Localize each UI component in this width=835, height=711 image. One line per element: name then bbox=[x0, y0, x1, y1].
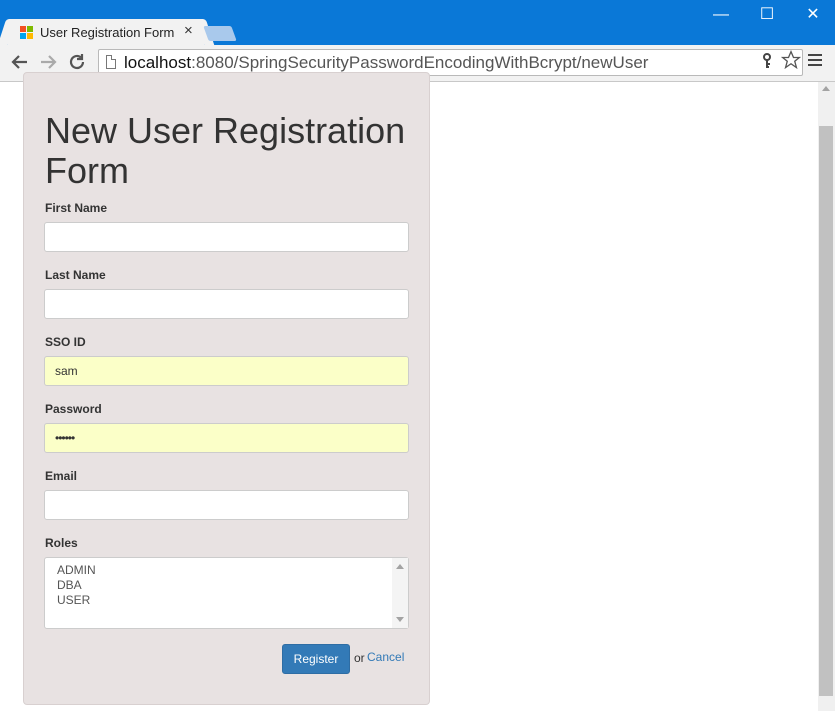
key-icon[interactable] bbox=[762, 53, 772, 72]
browser-tab[interactable]: User Registration Form × bbox=[8, 19, 204, 45]
first-name-label: First Name bbox=[45, 201, 108, 215]
sso-id-input[interactable] bbox=[44, 356, 409, 386]
or-text: or bbox=[354, 651, 365, 665]
page-title: New User Registration Form bbox=[45, 110, 406, 191]
browser-title-bar: User Registration Form × — ☐ ✕ bbox=[0, 0, 835, 45]
email-input[interactable] bbox=[44, 490, 409, 520]
password-input[interactable] bbox=[44, 423, 409, 453]
role-option-user[interactable]: USER bbox=[57, 593, 90, 608]
password-label: Password bbox=[45, 402, 102, 416]
roles-scrollbar[interactable] bbox=[392, 558, 408, 628]
first-name-input[interactable] bbox=[44, 222, 409, 252]
tab-title: User Registration Form bbox=[40, 25, 175, 40]
close-window-button[interactable]: ✕ bbox=[790, 4, 835, 26]
last-name-input[interactable] bbox=[44, 289, 409, 319]
tab-close-icon[interactable]: × bbox=[184, 23, 193, 39]
page-scrollbar[interactable] bbox=[818, 82, 835, 711]
cancel-link[interactable]: Cancel bbox=[367, 650, 404, 664]
roles-multiselect[interactable]: ADMIN DBA USER bbox=[44, 557, 409, 629]
email-label: Email bbox=[45, 469, 78, 483]
back-arrow-icon[interactable] bbox=[8, 50, 32, 74]
reload-icon[interactable] bbox=[65, 50, 89, 74]
hamburger-menu-icon[interactable] bbox=[808, 51, 822, 69]
roles-label: Roles bbox=[45, 536, 78, 550]
last-name-label: Last Name bbox=[45, 268, 106, 282]
scroll-down-arrow-icon[interactable] bbox=[396, 617, 404, 622]
new-tab-button[interactable] bbox=[203, 26, 237, 41]
minimize-button[interactable]: — bbox=[698, 4, 744, 26]
page-icon bbox=[106, 55, 116, 69]
role-option-admin[interactable]: ADMIN bbox=[57, 563, 96, 578]
url-text[interactable]: localhost:8080/SpringSecurityPasswordEnc… bbox=[124, 53, 648, 73]
role-option-dba[interactable]: DBA bbox=[57, 578, 82, 593]
bookmark-star-icon[interactable] bbox=[780, 49, 802, 76]
registration-form-panel: New User Registration Form First Name La… bbox=[23, 72, 430, 705]
register-button[interactable]: Register bbox=[282, 644, 350, 674]
scroll-up-arrow-icon[interactable] bbox=[822, 86, 830, 91]
scrollbar-thumb[interactable] bbox=[819, 126, 833, 696]
maximize-button[interactable]: ☐ bbox=[744, 4, 790, 26]
favicon-icon bbox=[20, 26, 33, 39]
scroll-up-arrow-icon[interactable] bbox=[396, 564, 404, 569]
sso-id-label: SSO ID bbox=[45, 335, 86, 349]
forward-arrow-icon[interactable] bbox=[36, 50, 60, 74]
